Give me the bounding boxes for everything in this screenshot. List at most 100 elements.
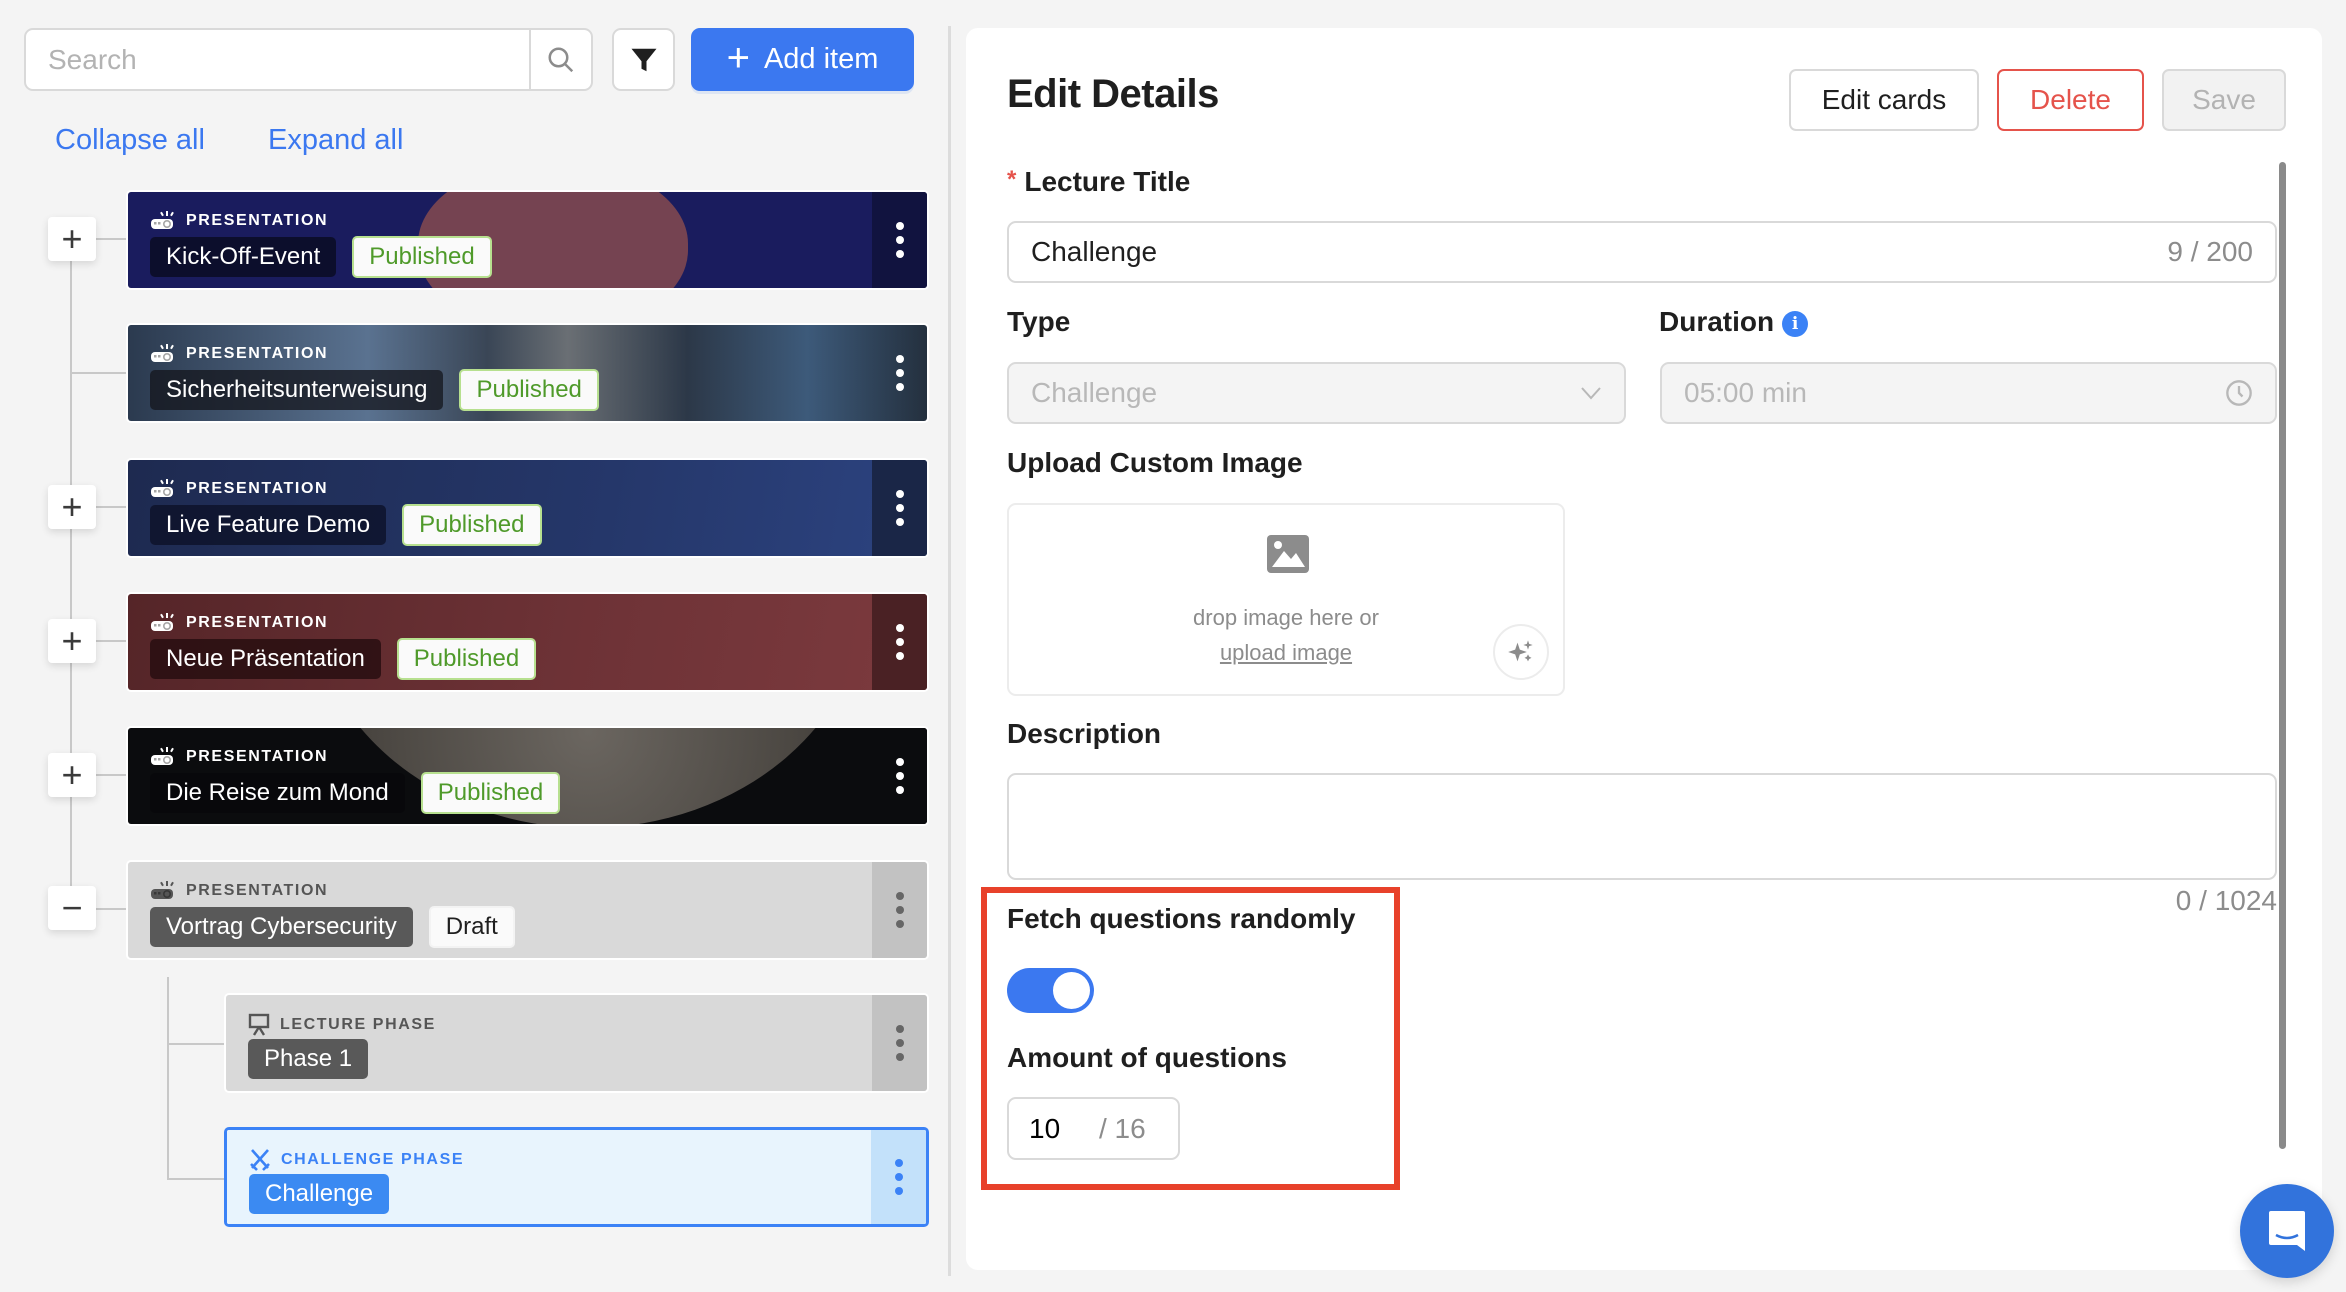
expand-all-link[interactable]: Expand all — [268, 124, 403, 157]
filter-button[interactable] — [612, 28, 675, 91]
projector-icon — [150, 210, 176, 232]
tree-item-card[interactable]: PRESENTATION Kick-Off-Event Published — [126, 190, 929, 290]
tree-connector — [94, 506, 126, 508]
item-menu-button[interactable] — [872, 192, 927, 288]
lecture-title-input[interactable] — [1031, 236, 2168, 268]
image-dropzone[interactable]: drop image here or upload image — [1007, 503, 1565, 696]
tree-child-card-selected[interactable]: CHALLENGE PHASE Challenge — [224, 1127, 929, 1227]
search-button[interactable] — [529, 30, 591, 89]
save-button[interactable]: Save — [2162, 69, 2286, 131]
description-label: Description — [1007, 718, 1162, 749]
status-badge: Published — [459, 369, 599, 411]
amount-field: / 16 — [1007, 1097, 1180, 1160]
projector-icon — [150, 478, 176, 500]
collapse-button[interactable]: − — [48, 886, 96, 930]
item-kind-label: PRESENTATION — [186, 882, 329, 899]
kebab-dot — [894, 1159, 903, 1167]
description-textarea[interactable] — [1007, 773, 2277, 880]
kebab-dot — [895, 1025, 904, 1033]
amount-input[interactable] — [1029, 1112, 1099, 1145]
status-badge: Published — [420, 772, 561, 814]
collapse-all-link[interactable]: Collapse all — [55, 124, 205, 157]
status-badge: Published — [402, 504, 542, 546]
fetch-random-label: Fetch questions randomly — [1007, 903, 1356, 934]
item-menu-button[interactable] — [872, 728, 927, 824]
expand-button[interactable]: + — [48, 619, 96, 663]
type-select[interactable]: Challenge — [1007, 362, 1626, 424]
duration-label-text: Duration — [1659, 306, 1775, 337]
tree-connector — [70, 372, 126, 374]
status-badge: Published — [396, 638, 537, 680]
item-kind: PRESENTATION — [150, 880, 328, 902]
plus-icon: + — [726, 36, 750, 80]
kebab-dot — [895, 355, 904, 363]
item-menu-button[interactable] — [872, 325, 927, 421]
item-kind: PRESENTATION — [150, 210, 328, 232]
sparkle-icon — [1508, 640, 1533, 662]
filter-icon — [631, 48, 656, 71]
item-menu-button[interactable] — [872, 995, 927, 1091]
projector-icon — [150, 746, 176, 768]
swords-icon — [250, 1149, 270, 1171]
duration-label: Duration i — [1659, 306, 1809, 338]
tree-item-card[interactable]: PRESENTATION Live Feature Demo Published — [126, 458, 929, 558]
kebab-dot — [895, 222, 904, 230]
search-input[interactable] — [26, 30, 529, 89]
tree-item-card[interactable]: PRESENTATION Die Reise zum Mond Publishe… — [126, 726, 929, 826]
item-name: Die Reise zum Mond — [150, 773, 405, 813]
kebab-dot — [895, 758, 904, 766]
tree-child-card[interactable]: LECTURE PHASE Phase 1 — [224, 993, 929, 1093]
upload-image-link[interactable]: upload image — [1220, 640, 1352, 665]
chat-launcher-button[interactable] — [2240, 1184, 2334, 1278]
kebab-dot — [895, 250, 904, 258]
ai-generate-button[interactable] — [1493, 624, 1549, 680]
item-kind-label: PRESENTATION — [186, 212, 329, 229]
tree-connector — [167, 977, 169, 1179]
item-kind: PRESENTATION — [150, 612, 328, 634]
kebab-dot — [895, 638, 904, 646]
expand-button[interactable]: + — [48, 485, 96, 529]
kebab-dot — [894, 1173, 903, 1181]
delete-button[interactable]: Delete — [1997, 69, 2144, 131]
item-kind: LECTURE PHASE — [248, 1013, 436, 1037]
panel-scrollbar[interactable] — [2279, 162, 2286, 1149]
toggle-knob — [1053, 972, 1090, 1009]
tree-item-card[interactable]: PRESENTATION Sicherheitsunterweisung Pub… — [126, 323, 929, 423]
tree-connector — [94, 908, 126, 910]
panel-divider[interactable] — [948, 26, 951, 1276]
chat-icon — [2269, 1211, 2305, 1251]
tree-connector — [94, 640, 126, 642]
edit-cards-button[interactable]: Edit cards — [1789, 69, 1979, 131]
kebab-dot — [895, 892, 904, 900]
kebab-dot — [895, 490, 904, 498]
duration-input[interactable]: 05:00 min — [1660, 362, 2277, 424]
item-name: Vortrag Cybersecurity — [150, 907, 413, 947]
page-title: Edit Details — [1007, 72, 1219, 116]
tree-connector — [94, 774, 126, 776]
kebab-dot — [895, 906, 904, 914]
easel-icon — [248, 1013, 270, 1036]
kebab-dot — [895, 1039, 904, 1047]
tree-item-card[interactable]: PRESENTATION Vortrag Cybersecurity Draft — [126, 860, 929, 960]
kebab-dot — [895, 369, 904, 377]
tree-connector — [70, 239, 72, 908]
fetch-random-toggle[interactable] — [1007, 968, 1094, 1013]
projector-icon — [150, 612, 176, 634]
item-menu-button[interactable] — [872, 460, 927, 556]
item-menu-button[interactable] — [872, 862, 927, 958]
duration-value: 05:00 min — [1684, 377, 1807, 408]
expand-button[interactable]: + — [48, 753, 96, 797]
projector-icon — [150, 343, 176, 365]
expand-button[interactable]: + — [48, 217, 96, 261]
kebab-dot — [895, 624, 904, 632]
info-icon[interactable]: i — [1782, 311, 1809, 337]
item-kind-label: PRESENTATION — [186, 614, 329, 631]
item-menu-button[interactable] — [871, 1130, 926, 1224]
image-icon — [1267, 535, 1309, 573]
item-menu-button[interactable] — [872, 594, 927, 690]
tree-item-card[interactable]: PRESENTATION Neue Präsentation Published — [126, 592, 929, 692]
item-kind: PRESENTATION — [150, 478, 328, 500]
add-item-button[interactable]: + Add item — [691, 28, 914, 91]
required-mark: * — [1007, 166, 1017, 193]
tree-connector — [167, 1178, 224, 1180]
